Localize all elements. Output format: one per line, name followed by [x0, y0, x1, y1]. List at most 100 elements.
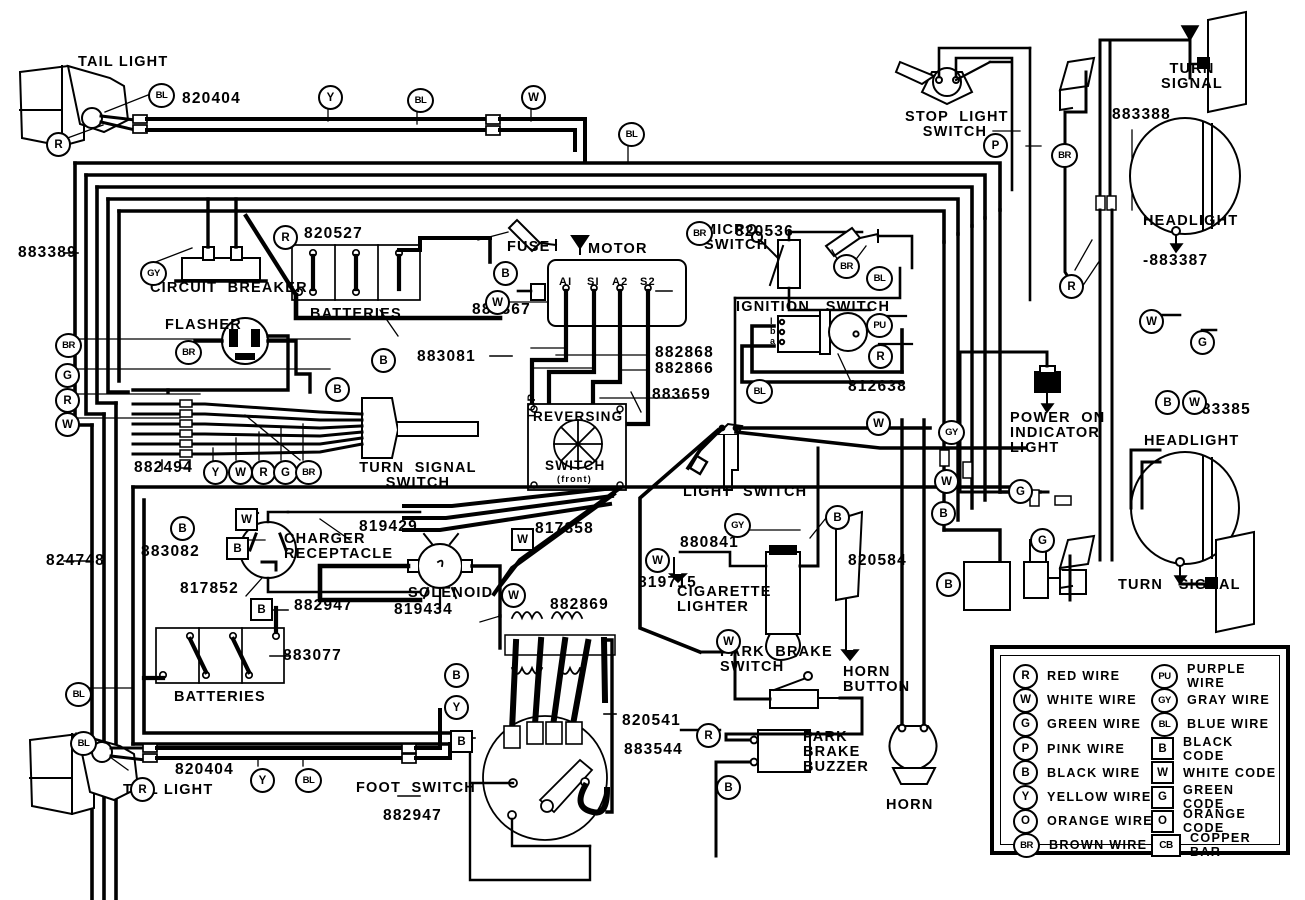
wire-code-r-badge: R [46, 132, 71, 157]
batteries-bottom-label: BATTERIES [174, 689, 266, 705]
wire-code-bl-badge: BL [148, 83, 175, 108]
reversing-switch-label: REVERSING [533, 409, 624, 424]
power-on-indicator-light-label: POWER ON INDICATOR LIGHT [1010, 410, 1106, 457]
wire-code-r-badge: R [1013, 663, 1038, 689]
wire-code-w-badge: W [521, 85, 546, 110]
pn-817852-label: 817852 [180, 580, 239, 597]
wire-code-w-badge: W [501, 583, 526, 608]
legend-row-label: BLACK WIRE [1047, 765, 1141, 780]
legend-row: W WHITE CODE [1151, 761, 1276, 785]
headlight-upper-symbol [1129, 117, 1241, 254]
pn-882866-label: 882866 [655, 360, 714, 377]
pn-880841-label: 880841 [680, 534, 739, 551]
wire-code-b-badge: B [493, 261, 518, 286]
wire-code-bl-badge: BL [407, 88, 434, 113]
legend-row: G GREEN CODE [1151, 783, 1279, 811]
legend-row-label: BLUE WIRE [1187, 717, 1270, 732]
wire-code-p-badge: P [983, 133, 1008, 158]
legend-row-label: RED WIRE [1047, 669, 1121, 683]
wire-code-y-badge: Y [318, 85, 343, 110]
legend-row-label: GREEN WIRE [1047, 717, 1142, 732]
wire-code-bl-badge: BL [746, 379, 773, 404]
pn-882869-label: 882869 [550, 596, 609, 613]
pn-820536-label: 820536 [735, 223, 794, 240]
wire-code-gy-badge: GY [140, 261, 167, 286]
wire-code-b-badge: B [931, 501, 956, 526]
pn-812638-label: 812638 [848, 378, 907, 395]
fuse-label: FUSE [507, 239, 551, 255]
wire-code-gy-badge: GY [938, 420, 965, 445]
wire-code-w-badge: W [1151, 761, 1174, 785]
pn-820527-label: 820527 [304, 225, 363, 242]
pn-883082-label: 883082 [141, 543, 200, 560]
foot-switch-label: FOOT SWITCH [356, 780, 476, 796]
wire-code-o-badge: O [1013, 808, 1038, 834]
wire-code-br-badge: BR [175, 340, 202, 365]
pn-819715-label: 819715 [638, 574, 697, 591]
wire-code-b-badge: B [325, 377, 350, 402]
legend-row: W WHITE WIRE [1013, 687, 1137, 713]
wire-code-r-badge: R [868, 344, 893, 369]
pn-883544-label: 883544 [624, 741, 683, 758]
wire-code-r-badge: R [696, 723, 721, 748]
wire-code-br-badge: BR [833, 254, 860, 279]
legend-row-label: BLACK CODE [1183, 734, 1234, 763]
wire-code-br-badge: BR [295, 460, 322, 485]
wire-code-bl-badge: BL [65, 682, 92, 707]
legend-row: O ORANGE CODE [1151, 807, 1279, 835]
ignition-switch-symbol [777, 309, 868, 355]
wire-code-br-badge: BR [55, 333, 82, 358]
legend-row: CB COPPER BAR [1151, 831, 1279, 859]
pn-824748-label: 824748 [46, 552, 105, 569]
pn-883081-label: 883081 [417, 348, 476, 365]
legend-row: R RED WIRE [1013, 663, 1121, 689]
wire-code-pu-badge: PU [866, 313, 893, 338]
wire-code-g-badge: G [1030, 528, 1055, 553]
wire-code-w-badge: W [1013, 687, 1038, 713]
wire-code-br-badge: BR [686, 221, 713, 246]
pn-883388-label: 883388 [1112, 106, 1171, 123]
wire-code-br-badge: BR [1013, 832, 1040, 858]
turn-signal-lower-right-label: TURN SIGNAL [1118, 577, 1241, 593]
legend-row-label: PINK WIRE [1047, 741, 1126, 756]
light-switch-label: LIGHT SWITCH [683, 484, 808, 500]
legend-row: P PINK WIRE [1013, 736, 1126, 762]
pn-820584-label: 820584 [848, 552, 907, 569]
legend-row-label: WHITE WIRE [1047, 693, 1137, 708]
wire-code-bl-badge: BL [618, 122, 645, 147]
ignition-terminal-a-label: a [770, 336, 777, 346]
wire-code-bl-badge: BL [295, 768, 322, 793]
wire-code-gy-badge: GY [724, 513, 751, 538]
wire-code-b-badge: B [825, 505, 850, 530]
circuit-breaker-label: CIRCUIT BREAKER [150, 280, 308, 296]
flasher-label: FLASHER [165, 317, 242, 333]
wire-code-r-badge: R [130, 777, 155, 802]
wire-code-pu-badge: PU [1151, 663, 1178, 689]
power-on-indicator-light-symbol [1034, 365, 1061, 414]
turn-signal-upper-right-label: TURN SIGNAL [1161, 61, 1223, 93]
wire-code-y-badge: Y [203, 460, 228, 485]
charger-receptacle-label: CHARGER RECEPTACLE [284, 531, 394, 563]
legend-row: Y YELLOW WIRE [1013, 784, 1152, 810]
motor-terminal-a2-label: A2 [612, 276, 629, 288]
wire-code-y-badge: Y [250, 768, 275, 793]
legend-row: GY GRAY WIRE [1151, 687, 1270, 713]
wire-code-b-badge: B [1151, 737, 1174, 761]
turn-signal-switch-symbol [361, 397, 479, 459]
wire-code-b-badge: B [170, 516, 195, 541]
headlight-upper-label: HEADLIGHT [1143, 213, 1239, 229]
pn-883077-label: 883077 [283, 647, 342, 664]
wire-code-g-badge: G [1151, 785, 1174, 809]
wire-code-w-badge: W [1139, 309, 1164, 334]
legend-inner-border: R RED WIRE W WHITE WIRE G GREEN WIRE P PINK WIR… [1000, 655, 1280, 859]
wire-code-y-badge: Y [444, 695, 469, 720]
wire-code-w-badge: W [55, 412, 80, 437]
headlight-lower-label: HEADLIGHT [1144, 433, 1240, 449]
wire-code-b-badge: B [250, 598, 273, 621]
legend-row: PU PURPLE WIRE [1151, 662, 1279, 690]
pn-820541-label: 820541 [622, 712, 681, 729]
legend-row: BL BLUE WIRE [1151, 711, 1270, 737]
wire-code-b-badge: B [450, 730, 473, 753]
legend-row-label: ORANGE WIRE [1047, 814, 1153, 829]
wiring-diagram-sheet: TAIL LIGHT TAIL LIGHT CIRCUIT BREAKER FL… [0, 0, 1305, 900]
